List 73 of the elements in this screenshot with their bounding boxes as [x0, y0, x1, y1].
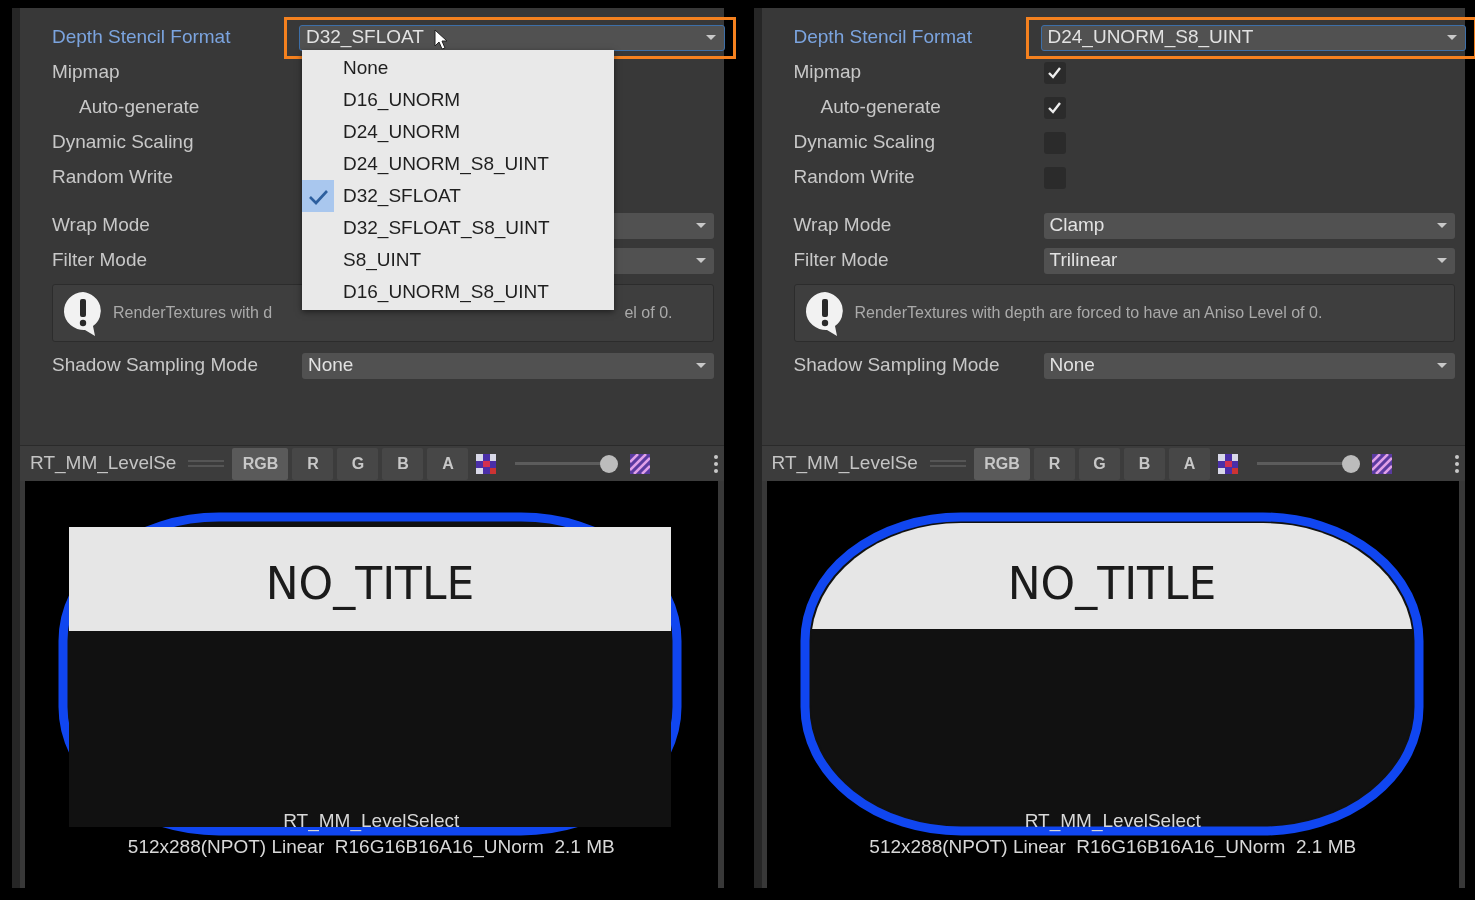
- check-icon: [1047, 101, 1062, 114]
- channel-button[interactable]: A: [1168, 447, 1210, 480]
- menu-item[interactable]: D32_SFLOAT: [302, 180, 614, 212]
- checkbox[interactable]: [1043, 96, 1066, 119]
- menu-item[interactable]: D32_SFLOAT_S8_UINT: [302, 212, 614, 244]
- field-label: Mipmap: [52, 60, 121, 85]
- field-label: Auto-generate: [78, 95, 201, 120]
- caret-icon: [695, 363, 706, 368]
- checker-icon[interactable]: [1217, 453, 1238, 474]
- dropdown-field[interactable]: Trilinear: [1043, 247, 1455, 274]
- field-label: Random Write: [52, 165, 175, 190]
- dropdown-field[interactable]: None: [1043, 352, 1455, 379]
- field-label: Filter Mode: [52, 248, 149, 273]
- channel-button[interactable]: R: [1033, 447, 1075, 480]
- field-label: Dynamic Scaling: [52, 130, 195, 155]
- menu-item[interactable]: D24_UNORM: [302, 116, 614, 148]
- menu-item[interactable]: None: [302, 52, 614, 84]
- field-label: Auto-generate: [819, 95, 942, 120]
- menu-item[interactable]: D16_UNORM_S8_UINT: [302, 276, 614, 308]
- caret-icon: [705, 35, 716, 40]
- dropdown-field[interactable]: None: [302, 352, 714, 379]
- dropdown-field[interactable]: D24_UNORM_S8_UINT: [1040, 24, 1466, 51]
- image-title: NO_TITLE: [265, 558, 475, 609]
- caret-icon: [1437, 223, 1447, 228]
- drag-handle-icon[interactable]: [929, 460, 966, 467]
- checker-icon[interactable]: [476, 453, 497, 474]
- field-label: Random Write: [793, 165, 916, 190]
- preview-title: RT_MM_LevelSe: [771, 451, 918, 476]
- channel-button[interactable]: B: [382, 447, 424, 480]
- dropdown-field[interactable]: D32_SFLOAT: [299, 24, 725, 51]
- menu-item[interactable]: S8_UINT: [302, 244, 614, 276]
- channel-button[interactable]: A: [427, 447, 469, 480]
- field-label: Depth Stencil Format: [793, 25, 973, 50]
- help-text: el of 0.: [624, 303, 673, 323]
- field-label: Filter Mode: [793, 248, 890, 273]
- menu-item[interactable]: D16_UNORM: [302, 84, 614, 116]
- field-label: Shadow Sampling Mode: [52, 353, 259, 378]
- channel-button[interactable]: G: [1078, 447, 1120, 480]
- caret-icon: [695, 258, 706, 263]
- caret-icon: [1447, 35, 1457, 40]
- field-label: Mipmap: [793, 60, 863, 85]
- dropdown-field[interactable]: Clamp: [1043, 212, 1455, 239]
- channel-button[interactable]: B: [1123, 447, 1165, 480]
- texture-name: RT_MM_LevelSelect: [282, 809, 461, 834]
- caret-icon: [1437, 258, 1447, 263]
- hatch-icon[interactable]: [630, 453, 651, 474]
- texture-info: 512x288(NPOT) Linear R16G16B16A16_UNorm 2.1 MB: [126, 835, 616, 860]
- texture-info: 512x288(NPOT) Linear R16G16B16A16_UNorm 2.1 MB: [868, 835, 1358, 860]
- menu-item[interactable]: D24_UNORM_S8_UINT: [302, 148, 614, 180]
- channel-button[interactable]: RGB: [973, 447, 1030, 480]
- hatch-icon[interactable]: [1371, 453, 1392, 474]
- more-icon[interactable]: [713, 453, 718, 474]
- help-text: RenderTextures with d: [113, 303, 273, 323]
- channel-button[interactable]: R: [292, 447, 334, 480]
- slider-thumb[interactable]: [600, 454, 619, 473]
- slider-thumb[interactable]: [1341, 454, 1360, 473]
- channel-button[interactable]: RGB: [232, 447, 289, 480]
- field-label: Wrap Mode: [793, 213, 893, 238]
- check-icon: [1047, 66, 1062, 79]
- field-label: Wrap Mode: [52, 213, 151, 238]
- checkbox[interactable]: [1043, 61, 1066, 84]
- image-title: NO_TITLE: [1007, 558, 1216, 609]
- channel-button[interactable]: G: [337, 447, 379, 480]
- preview-title: RT_MM_LevelSe: [30, 451, 177, 476]
- field-label: Shadow Sampling Mode: [793, 353, 1001, 378]
- field-label: Dynamic Scaling: [793, 130, 936, 155]
- help-text: RenderTextures with depth are forced to have an Aniso Level of 0.: [854, 303, 1323, 323]
- drag-handle-icon[interactable]: [188, 460, 225, 467]
- field-label: Depth Stencil Format: [52, 25, 232, 50]
- caret-icon: [1437, 363, 1447, 368]
- texture-name: RT_MM_LevelSelect: [1023, 809, 1202, 834]
- more-icon[interactable]: [1455, 453, 1459, 474]
- caret-icon: [695, 223, 706, 228]
